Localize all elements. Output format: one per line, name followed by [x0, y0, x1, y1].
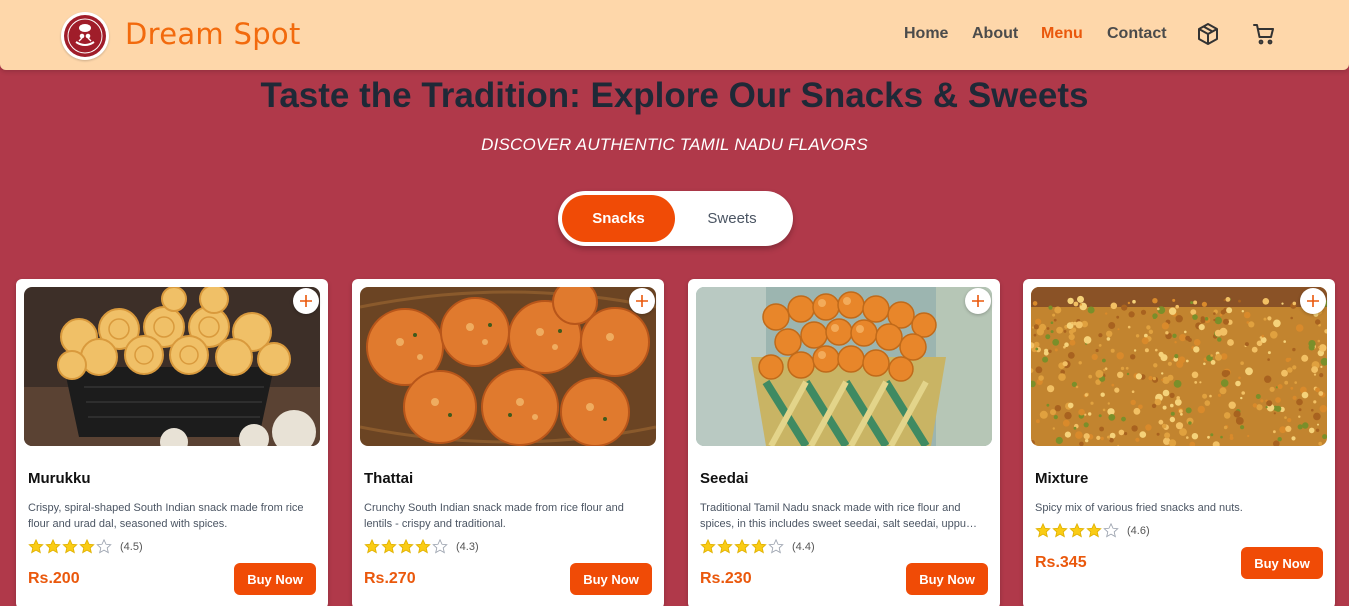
star-icon [1069, 523, 1085, 538]
add-to-cart-button[interactable] [965, 288, 991, 314]
star-icon [381, 539, 397, 554]
star-icon [1052, 523, 1068, 538]
product-rating: (4.3) [364, 539, 479, 554]
star-icon [364, 539, 380, 554]
buy-now-button[interactable]: Buy Now [1241, 547, 1323, 579]
package-icon[interactable] [1196, 22, 1220, 51]
product-rating: (4.6) [1035, 523, 1150, 538]
product-name: Seedai [700, 470, 749, 487]
product-price: Rs.230 [700, 570, 752, 587]
product-card: Murukku Crispy, spiral-shaped South Indi… [16, 279, 328, 606]
product-card: Seedai Traditional Tamil Nadu snack made… [688, 279, 1000, 606]
buy-now-button[interactable]: Buy Now [570, 563, 652, 595]
buy-now-button[interactable]: Buy Now [906, 563, 988, 595]
star-icon [432, 539, 448, 554]
plus-icon [1307, 295, 1319, 307]
product-description: Traditional Tamil Nadu snack made with r… [700, 502, 966, 530]
product-price: Rs.345 [1035, 554, 1087, 571]
product-card: Mixture Spicy mix of various fried snack… [1023, 279, 1335, 606]
page-subtitle: DISCOVER AUTHENTIC TAMIL NADU FLAVORS [481, 135, 868, 154]
logo[interactable] [61, 12, 109, 60]
product-image-mixture [1031, 287, 1327, 446]
rating-value: (4.4) [792, 540, 815, 553]
add-to-cart-button[interactable] [1300, 288, 1326, 314]
cart-icon[interactable] [1252, 22, 1276, 51]
star-icon [45, 539, 61, 554]
star-icon [415, 539, 431, 554]
rating-value: (4.6) [1127, 524, 1150, 537]
product-description: Spicy mix of various fried snacks and nu… [1035, 502, 1243, 514]
product-rating: (4.5) [28, 539, 143, 554]
logo-icon [64, 15, 106, 57]
rating-value: (4.5) [120, 540, 143, 553]
product-image-thattai [360, 287, 656, 446]
plus-icon [972, 295, 984, 307]
star-rating-icons [700, 539, 784, 554]
star-icon [62, 539, 78, 554]
star-icon [717, 539, 733, 554]
add-to-cart-button[interactable] [629, 288, 655, 314]
nav-about[interactable]: About [972, 25, 1018, 43]
tab-snacks[interactable]: Snacks [562, 195, 675, 242]
star-icon [96, 539, 112, 554]
star-icon [1086, 523, 1102, 538]
product-name: Murukku [28, 470, 91, 487]
plus-icon [300, 295, 312, 307]
star-icon [1035, 523, 1051, 538]
star-icon [79, 539, 95, 554]
plus-icon [636, 295, 648, 307]
nav-home[interactable]: Home [904, 25, 948, 43]
product-description: Crunchy South Indian snack made from ric… [364, 502, 624, 530]
product-price: Rs.200 [28, 570, 80, 587]
category-toggle: Snacks Sweets [558, 191, 793, 246]
brand-name[interactable]: Dream Spot [125, 17, 301, 51]
product-rating: (4.4) [700, 539, 815, 554]
star-icon [1103, 523, 1119, 538]
star-icon [28, 539, 44, 554]
product-name: Thattai [364, 470, 414, 487]
star-rating-icons [364, 539, 448, 554]
product-image-murukku [24, 287, 320, 446]
add-to-cart-button[interactable] [293, 288, 319, 314]
star-icon [768, 539, 784, 554]
star-icon [751, 539, 767, 554]
rating-value: (4.3) [456, 540, 479, 553]
product-name: Mixture [1035, 470, 1089, 487]
nav-menu[interactable]: Menu [1041, 25, 1083, 43]
nav-contact[interactable]: Contact [1107, 25, 1167, 43]
navbar: Dream Spot Home About Menu Contact [0, 0, 1349, 70]
star-icon [734, 539, 750, 554]
star-rating-icons [1035, 523, 1119, 538]
page-title: Taste the Tradition: Explore Our Snacks … [260, 76, 1089, 115]
product-price: Rs.270 [364, 570, 416, 587]
star-icon [398, 539, 414, 554]
product-image-seedai [696, 287, 992, 446]
star-rating-icons [28, 539, 112, 554]
tab-sweets[interactable]: Sweets [675, 195, 789, 242]
star-icon [700, 539, 716, 554]
buy-now-button[interactable]: Buy Now [234, 563, 316, 595]
product-description: Crispy, spiral-shaped South Indian snack… [28, 502, 304, 530]
product-card: Thattai Crunchy South Indian snack made … [352, 279, 664, 606]
